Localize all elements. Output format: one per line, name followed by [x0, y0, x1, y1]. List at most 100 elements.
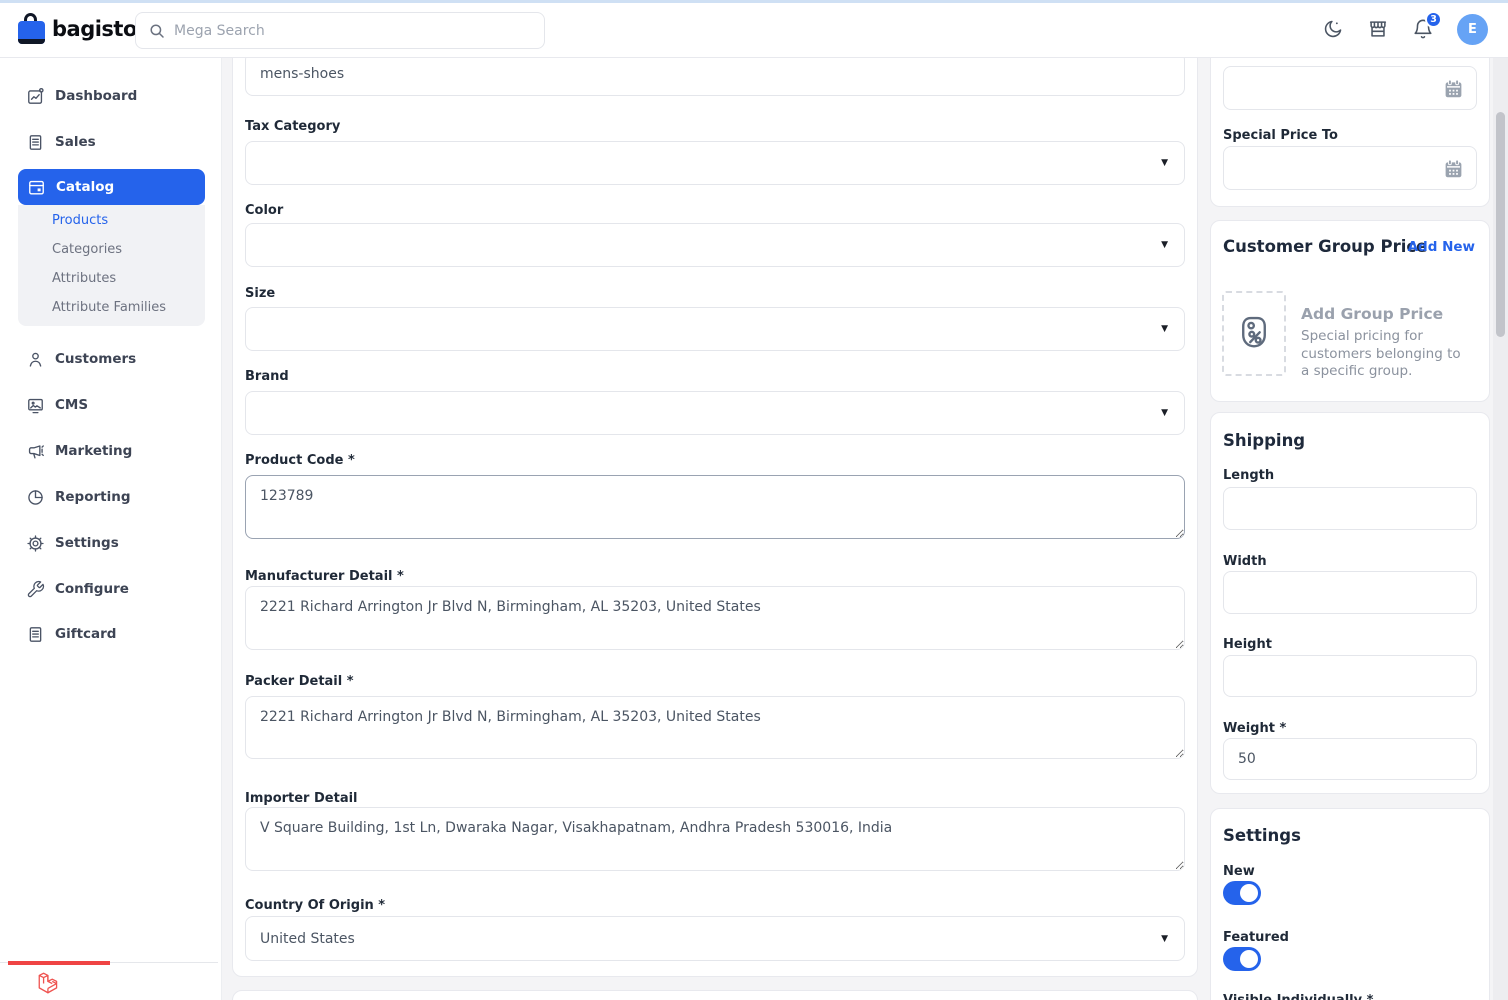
sidebar-item-configure[interactable]: Configure [0, 577, 222, 601]
product-code-textarea[interactable]: 123789 [245, 475, 1185, 539]
sales-icon [26, 133, 45, 152]
featured-toggle[interactable] [1223, 947, 1261, 971]
sidebar-item-reporting[interactable]: Reporting [0, 485, 222, 509]
toggle-knob [1240, 884, 1258, 902]
manufacturer-detail-textarea[interactable]: 2221 Richard Arrington Jr Blvd N, Birmin… [245, 586, 1185, 650]
size-select[interactable] [245, 307, 1185, 351]
sidebar-item-attribute-families[interactable]: Attribute Families [52, 300, 166, 318]
importer-detail-textarea[interactable]: V Square Building, 1st Ln, Dwaraka Nagar… [245, 807, 1185, 871]
sidebar-item-label: Giftcard [55, 626, 116, 642]
next-section-card [232, 990, 1198, 1000]
reporting-icon [26, 488, 45, 507]
settings-heading: Settings [1223, 826, 1301, 845]
notification-count-badge: 3 [1425, 11, 1442, 28]
sidebar-item-label: Marketing [55, 443, 132, 459]
length-label: Length [1223, 468, 1274, 483]
width-input[interactable] [1223, 571, 1477, 614]
group-price-dropzone[interactable] [1222, 291, 1286, 376]
gear-icon [26, 534, 45, 553]
add-group-price-description: Special pricing for customers belonging … [1301, 328, 1473, 381]
country-of-origin-label: Country Of Origin * [245, 898, 385, 913]
notification-bell-icon[interactable]: 3 [1412, 18, 1434, 40]
size-label: Size [245, 286, 275, 301]
country-of-origin-value: United States [260, 931, 355, 947]
shipping-heading: Shipping [1223, 431, 1305, 450]
dashboard-icon [26, 87, 45, 106]
bagisto-logo[interactable]: bagisto [18, 11, 137, 47]
special-price-to-input[interactable] [1223, 146, 1477, 190]
dark-mode-icon[interactable] [1322, 18, 1344, 40]
customer-group-price-card: Customer Group Price Add New Add Group P… [1210, 220, 1490, 402]
sidebar-item-label: Reporting [55, 489, 131, 505]
special-price-from-input[interactable] [1223, 66, 1477, 110]
sidebar-item-label: Configure [55, 581, 129, 597]
brand-label: Brand [245, 369, 289, 384]
settings-card: Settings New Featured Visible Individual… [1210, 808, 1490, 1000]
weight-label: Weight * [1223, 721, 1286, 736]
scrollbar-track[interactable] [1493, 58, 1508, 1000]
laravel-debugbar [0, 962, 218, 1000]
color-label: Color [245, 203, 283, 218]
scrollbar-thumb[interactable] [1496, 112, 1505, 337]
product-general-card: Tax Category Color Size Brand Product Co… [232, 37, 1198, 977]
shopping-bag-icon [18, 11, 45, 47]
sidebar-item-settings[interactable]: Settings [0, 531, 222, 555]
manufacturer-detail-label: Manufacturer Detail * [245, 569, 404, 584]
storefront-icon[interactable] [1367, 18, 1389, 40]
packer-detail-textarea[interactable]: 2221 Richard Arrington Jr Blvd N, Birmin… [245, 696, 1185, 759]
debugbar-accent-line [8, 961, 110, 965]
sidebar-item-label: Settings [55, 535, 119, 551]
sidebar-item-customers[interactable]: Customers [0, 347, 222, 371]
cms-icon [26, 396, 45, 415]
sidebar-item-label: Catalog [56, 179, 114, 195]
importer-detail-label: Importer Detail [245, 791, 358, 806]
product-code-label: Product Code * [245, 453, 355, 468]
sidebar-item-sales[interactable]: Sales [0, 130, 222, 154]
logo-text: bagisto [52, 17, 137, 41]
new-toggle[interactable] [1223, 881, 1261, 905]
calendar-icon[interactable] [1443, 158, 1464, 179]
user-avatar[interactable]: E [1457, 14, 1488, 45]
url-key-input[interactable] [245, 52, 1185, 96]
sidebar-item-marketing[interactable]: Marketing [0, 439, 222, 463]
sidebar-item-giftcard[interactable]: Giftcard [0, 622, 222, 646]
visible-individually-label: Visible Individually * [1223, 993, 1373, 1000]
shipping-card: Shipping Length Width Height Weight * [1210, 412, 1490, 794]
add-group-price-title: Add Group Price [1301, 305, 1443, 323]
height-input[interactable] [1223, 655, 1477, 697]
sidebar: Dashboard Sales Catalog Products Categor… [0, 58, 222, 1000]
search-input[interactable] [174, 23, 532, 39]
brand-select[interactable] [245, 391, 1185, 435]
color-select[interactable] [245, 223, 1185, 267]
sidebar-item-cms[interactable]: CMS [0, 393, 222, 417]
top-header: bagisto 3 E [0, 0, 1508, 58]
weight-input[interactable] [1223, 738, 1477, 780]
sidebar-item-label: Sales [55, 134, 96, 150]
laravel-logo-icon[interactable] [36, 970, 62, 996]
length-input[interactable] [1223, 487, 1477, 530]
special-price-to-label: Special Price To [1223, 128, 1338, 143]
window-top-edge [0, 0, 1508, 3]
tax-category-label: Tax Category [245, 119, 340, 134]
height-label: Height [1223, 637, 1272, 652]
toggle-knob [1240, 950, 1258, 968]
new-label: New [1223, 864, 1255, 879]
featured-label: Featured [1223, 930, 1289, 945]
sidebar-item-label: Customers [55, 351, 136, 367]
sidebar-item-catalog[interactable]: Catalog [18, 169, 205, 205]
bagisto-admin-app: Tax Category Color Size Brand Product Co… [0, 0, 1508, 1000]
wrench-icon [26, 580, 45, 599]
add-new-link[interactable]: Add New [1408, 239, 1475, 255]
sidebar-item-label: CMS [55, 397, 88, 413]
tax-category-select[interactable] [245, 141, 1185, 185]
sidebar-item-label: Dashboard [55, 88, 137, 104]
sidebar-item-attributes[interactable]: Attributes [52, 271, 116, 289]
search-icon [148, 22, 166, 40]
calendar-icon[interactable] [1443, 78, 1464, 99]
catalog-submenu: Products Categories Attributes Attribute… [18, 205, 205, 326]
country-of-origin-select[interactable]: United States [245, 916, 1185, 961]
sidebar-item-categories[interactable]: Categories [52, 242, 122, 260]
sidebar-item-products[interactable]: Products [52, 213, 108, 231]
mega-search-box[interactable] [135, 12, 545, 49]
sidebar-item-dashboard[interactable]: Dashboard [0, 84, 222, 108]
